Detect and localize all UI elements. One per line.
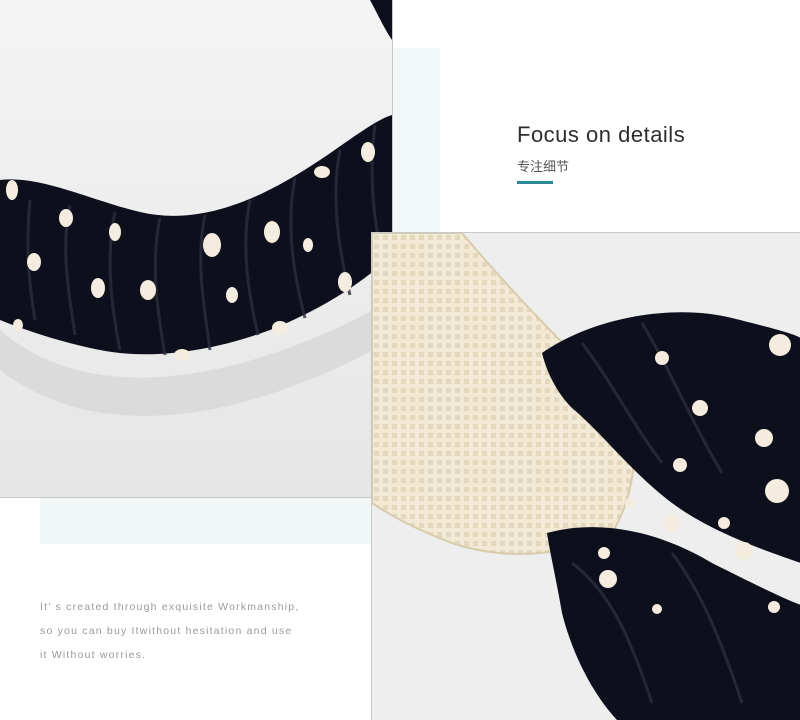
description-line-1: It' s created through exquisite Workmans… <box>40 601 300 613</box>
decorative-tint-strip <box>40 497 371 544</box>
description-block: It' s created through exquisite Workmans… <box>40 600 360 672</box>
section-heading: Focus on details <box>517 122 686 147</box>
description-line-2: so you can buy Itwithout hesitation and … <box>40 625 293 637</box>
accent-divider <box>517 181 553 184</box>
photo-headband-scrunched <box>0 0 393 498</box>
section-subheading: 专注细节 <box>517 159 570 174</box>
photo-lace-knot <box>371 232 800 720</box>
description-line-3: it Without worries. <box>40 649 147 661</box>
